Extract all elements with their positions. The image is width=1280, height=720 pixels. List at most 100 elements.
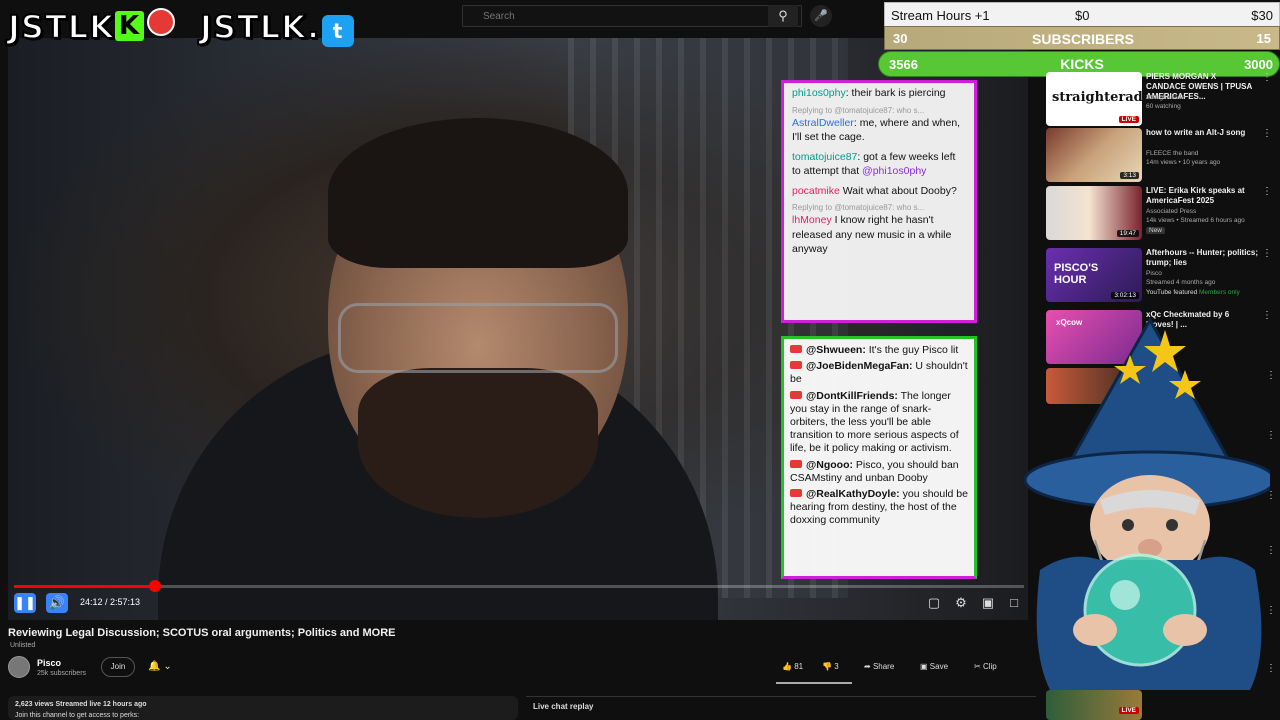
video-title: Reviewing Legal Discussion; SCOTUS oral …	[8, 627, 396, 639]
chat-reply-context: Replying to @tomatojuice87: who s...	[792, 203, 925, 212]
join-button[interactable]: Join	[101, 657, 135, 677]
live-badge: LIVE	[1118, 116, 1139, 123]
bookmark-icon: ▣	[920, 662, 928, 671]
twitter-bird-icon: t	[322, 15, 355, 47]
logo-text: JSTLK	[7, 7, 115, 47]
chat-username: AstralDweller	[792, 116, 854, 129]
more-options-icon[interactable]: ⋮	[1262, 186, 1272, 197]
progress-track[interactable]	[14, 585, 1024, 588]
thumbs-down-icon: 👎	[822, 662, 832, 671]
like-ratio-bar	[776, 682, 852, 684]
recommendation-title[interactable]: LIVE: Erika Kirk speaks at AmericaFest 2…	[1146, 186, 1258, 206]
thumbnail-text: PISCO'S HOUR	[1054, 262, 1099, 286]
recommendation-channel[interactable]: Associated Press	[1146, 208, 1196, 215]
goal-target: 3000	[1244, 57, 1273, 72]
kick-chat-overlay: phi1os0phy: their bark is piercing Reply…	[781, 80, 977, 323]
pause-icon[interactable]: ❚❚	[14, 593, 36, 613]
chat-username: tomatojuice87	[792, 150, 858, 163]
goal-target: 15	[1256, 31, 1271, 46]
search-bar[interactable]	[462, 5, 802, 27]
chat-reply-context: Replying to @tomatojuice87: who s...	[792, 105, 925, 115]
youtube-icon	[790, 459, 802, 468]
goal-label: SUBSCRIBERS	[1032, 31, 1134, 47]
video-thumbnail[interactable]: 19:47	[1046, 186, 1142, 240]
video-thumbnail[interactable]: straighterade. LIVE	[1046, 72, 1142, 126]
chat-text: Wait what about Dooby?	[839, 184, 957, 197]
logo-text: JSTLK.	[199, 7, 321, 47]
record-icon	[147, 8, 176, 36]
recommendation-channel[interactable]: Straighterade	[1146, 94, 1185, 101]
chat-message: @Ngooo: Pisco, you should ban CSAMstiny …	[790, 459, 968, 485]
featured-label: YouTube featured	[1146, 289, 1198, 296]
chat-message: tomatojuice87: got a few weeks left to a…	[792, 150, 966, 179]
video-thumbnail[interactable]: PISCO'S HOUR 3:02:13	[1046, 248, 1142, 302]
chat-text: It's the guy Pisco lit	[865, 344, 959, 356]
featured-line: YouTube featured Members only	[1146, 289, 1240, 296]
goal-current: 30	[893, 31, 908, 46]
duration-badge: 3:13	[1120, 172, 1139, 179]
live-badge: LIVE	[1118, 707, 1139, 714]
search-icon[interactable]: ⚲	[768, 5, 798, 27]
video-thumbnail[interactable]: 3:13	[1046, 128, 1142, 182]
chat-text: : their bark is piercing	[845, 87, 946, 99]
recommendation-item[interactable]: PISCO'S HOUR 3:02:13 Afterhours -- Hunte…	[1046, 248, 1272, 304]
like-count: 81	[794, 662, 804, 671]
chat-message: phi1os0phy: their bark is piercing	[792, 86, 966, 101]
duration-badge: 19:47	[1116, 230, 1139, 237]
recommendation-item[interactable]: 19:47 LIVE: Erika Kirk speaks at America…	[1046, 186, 1272, 242]
recommendation-item[interactable]: straighterade. LIVE PIERS MORGAN X CANDA…	[1046, 72, 1272, 128]
unlisted-badge: Unlisted	[10, 642, 36, 649]
save-button[interactable]: ▣ Save	[914, 657, 954, 677]
recommendation-item[interactable]: 3:13 how to write an Alt-J song FLEECE t…	[1046, 128, 1272, 184]
chat-message: @Shwueen: It's the guy Pisco lit	[790, 344, 968, 357]
description-text: Join this channel to get access to perks…	[15, 712, 140, 719]
share-arrow-icon: ➦	[864, 662, 871, 671]
video-thumbnail[interactable]: LIVE	[1046, 690, 1142, 720]
clip-button[interactable]: ✂ Clip	[968, 657, 1003, 677]
recommendation-title[interactable]: how to write an Alt-J song	[1146, 128, 1258, 138]
progress-fill	[14, 585, 155, 588]
more-options-icon[interactable]: ⋮	[1262, 72, 1272, 83]
search-input[interactable]	[463, 6, 763, 27]
more-options-icon[interactable]: ⋮	[1262, 248, 1272, 259]
volume-icon[interactable]: 🔊	[46, 593, 68, 613]
goal-current: $0	[1075, 8, 1090, 23]
dislike-count: 3	[834, 662, 839, 671]
youtube-icon	[790, 361, 802, 370]
chat-message: Replying to @tomatojuice87: who s... Ast…	[792, 106, 966, 145]
share-button[interactable]: ➦ Share	[858, 657, 900, 677]
duration-badge: 3:02:13	[1111, 292, 1139, 299]
recommendation-meta: 14m views • 10 years ago	[1146, 159, 1221, 166]
recommendation-channel[interactable]: Pisco	[1146, 270, 1162, 277]
youtube-icon	[790, 390, 802, 399]
settings-gear-icon[interactable]: ⚙	[951, 594, 971, 612]
chat-message: @JoeBidenMegaFan: U shouldn't be	[790, 360, 968, 386]
chat-message: pocatmike Wait what about Dooby?	[792, 184, 966, 199]
streamer-glasses	[338, 303, 618, 373]
miniplayer-icon[interactable]: ▣	[978, 594, 998, 612]
dislike-button[interactable]: 👎 3	[816, 657, 845, 677]
recommendation-title[interactable]: Afterhours -- Hunter; politics; trump; l…	[1146, 248, 1258, 268]
progress-scrubber[interactable]	[149, 580, 161, 592]
chat-message: Replying to @tomatojuice87: who s... lhM…	[792, 203, 966, 257]
channel-name[interactable]: Pisco	[37, 658, 61, 668]
chat-username: lhMoney	[792, 214, 832, 226]
subscriber-count: 25k subscribers	[37, 670, 87, 677]
goal-current: 3566	[889, 57, 918, 72]
chat-username: @RealKathyDoyle:	[806, 488, 900, 501]
captions-icon[interactable]: ▢	[924, 594, 944, 612]
notification-bell-icon[interactable]: 🔔 ⌄	[143, 657, 177, 677]
twitter-logo: JSTLK. t	[199, 7, 355, 47]
more-options-icon[interactable]: ⋮	[1262, 128, 1272, 139]
microphone-icon[interactable]: 🎤	[810, 5, 832, 27]
recommendation-channel[interactable]: FLEECE the band	[1146, 150, 1198, 157]
chat-username: @Shwueen:	[806, 344, 866, 356]
channel-avatar[interactable]	[8, 656, 30, 678]
view-count-line: 2,623 views Streamed live 12 hours ago	[15, 701, 147, 708]
live-chat-replay[interactable]: Live chat replay	[526, 696, 1036, 720]
wizard-mascot-icon	[1023, 316, 1270, 690]
like-button[interactable]: 👍 81	[776, 657, 809, 677]
clip-label: Clip	[982, 662, 997, 671]
live-chat-replay-label: Live chat replay	[533, 702, 594, 711]
youtube-icon	[790, 345, 802, 353]
